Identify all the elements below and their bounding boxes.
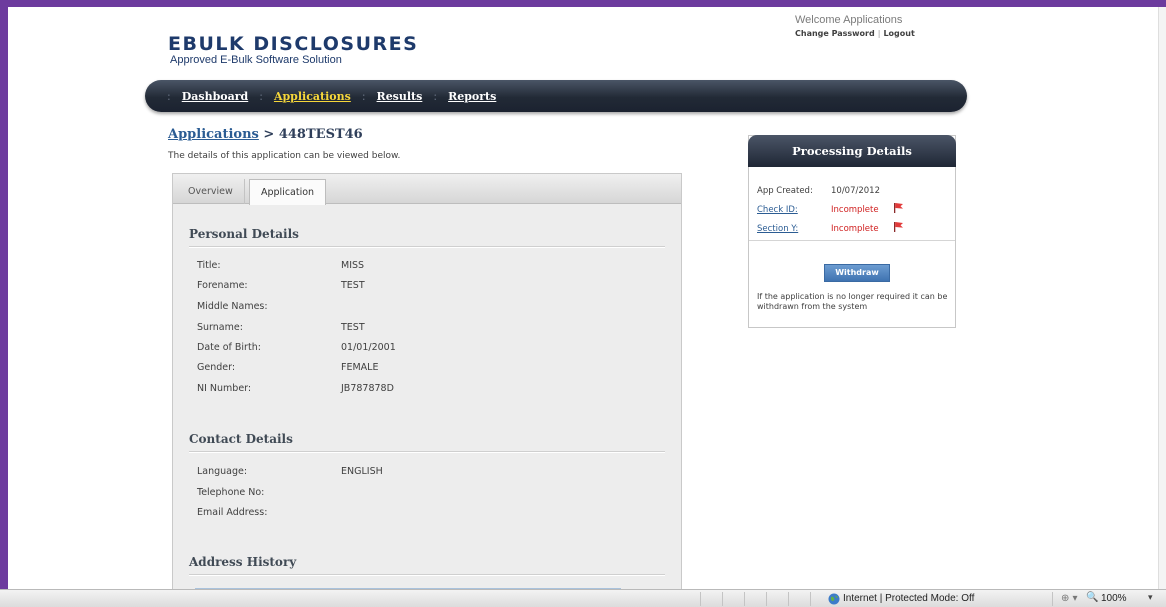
status-divider	[766, 592, 767, 606]
change-password-link[interactable]: Change Password	[795, 29, 875, 38]
processing-details-heading: Processing Details	[748, 135, 956, 167]
field-label: Gender:	[197, 362, 236, 373]
intro-text: The details of this application can be v…	[168, 151, 401, 161]
nav-reports[interactable]: Reports	[448, 90, 496, 103]
section-divider	[749, 240, 955, 241]
gender-value: FEMALE	[341, 362, 379, 373]
protected-mode-icon[interactable]: ⊕ ▾	[1061, 593, 1078, 604]
status-divider	[1052, 592, 1053, 606]
title-value: MISS	[341, 260, 365, 271]
logout-link[interactable]: Logout	[883, 29, 914, 38]
nav-applications[interactable]: Applications	[274, 90, 351, 103]
chevron-down-icon[interactable]: ▾	[1148, 593, 1153, 603]
nav-results[interactable]: Results	[377, 90, 423, 103]
address-history-heading: Address History	[189, 555, 297, 569]
app-created-value: 10/07/2012	[831, 186, 880, 196]
breadcrumb-separator: >	[263, 127, 275, 142]
field-label: Telephone No:	[197, 487, 265, 498]
forename-value: TEST	[341, 280, 365, 291]
status-divider	[700, 592, 701, 606]
surname-value: TEST	[341, 322, 365, 333]
field-label: Surname:	[197, 322, 243, 333]
field-label: Middle Names:	[197, 301, 268, 312]
flag-icon	[894, 222, 903, 232]
breadcrumb: Applications > 448TEST46	[168, 127, 363, 142]
field-label: NI Number:	[197, 383, 252, 394]
browser-status-bar: Internet | Protected Mode: Off ⊕ ▾ 🔍 100…	[0, 589, 1166, 607]
check-id-status: Incomplete	[831, 205, 879, 215]
status-divider	[810, 592, 811, 606]
field-label: Language:	[197, 466, 248, 477]
date-of-birth-value: 01/01/2001	[341, 342, 396, 353]
nav-separator: :	[167, 89, 171, 103]
globe-icon	[828, 593, 840, 605]
nav-dashboard[interactable]: Dashboard	[182, 90, 249, 103]
field-label: Forename:	[197, 280, 248, 291]
zoom-icon[interactable]: 🔍	[1086, 592, 1098, 603]
user-links: Change Password | Logout	[795, 29, 915, 38]
section-divider	[189, 451, 665, 452]
application-panel: Overview Application Personal Details Ti…	[172, 173, 682, 589]
section-divider	[189, 574, 665, 575]
nav-separator: :	[433, 89, 438, 103]
section-y-link[interactable]: Section Y:	[757, 224, 798, 234]
status-divider	[788, 592, 789, 606]
logo-title: EBULK DISCLOSURES	[168, 33, 419, 55]
check-id-link[interactable]: Check ID:	[757, 205, 798, 215]
status-divider	[722, 592, 723, 606]
zoom-level[interactable]: 100%	[1101, 593, 1127, 604]
withdraw-note: If the application is no longer required…	[757, 292, 948, 311]
section-divider	[189, 246, 665, 247]
link-separator: |	[877, 29, 881, 38]
tab-overview[interactable]: Overview	[177, 179, 245, 204]
nav-separator: :	[259, 89, 263, 103]
logo-subtitle: Approved E-Bulk Software Solution	[170, 54, 342, 66]
security-zone-text[interactable]: Internet | Protected Mode: Off	[843, 593, 974, 604]
tab-application[interactable]: Application	[249, 179, 327, 205]
withdraw-button[interactable]: Withdraw	[824, 264, 890, 282]
field-label: Email Address:	[197, 507, 268, 518]
contact-details-heading: Contact Details	[189, 432, 293, 446]
personal-details-heading: Personal Details	[189, 227, 299, 241]
nav-separator: :	[361, 89, 366, 103]
section-y-status: Incomplete	[831, 224, 879, 234]
browser-viewport: EBULK DISCLOSURES Approved E-Bulk Softwa…	[8, 7, 1166, 589]
tab-bar: Overview Application	[173, 174, 681, 205]
status-divider	[744, 592, 745, 606]
language-value: ENGLISH	[341, 466, 383, 477]
field-label: Date of Birth:	[197, 342, 261, 353]
field-label: Title:	[197, 260, 221, 271]
processing-details-box: Processing Details App Created: 10/07/20…	[748, 135, 956, 328]
welcome-text: Welcome Applications	[795, 14, 903, 26]
breadcrumb-current: 448TEST46	[278, 127, 363, 142]
ni-number-value: JB787878D	[341, 383, 394, 394]
vertical-scrollbar[interactable]	[1158, 7, 1166, 589]
breadcrumb-applications-link[interactable]: Applications	[168, 127, 259, 142]
flag-icon	[894, 203, 903, 213]
app-created-label: App Created:	[757, 186, 813, 196]
main-nav: : Dashboard : Applications : Results : R…	[145, 80, 967, 112]
